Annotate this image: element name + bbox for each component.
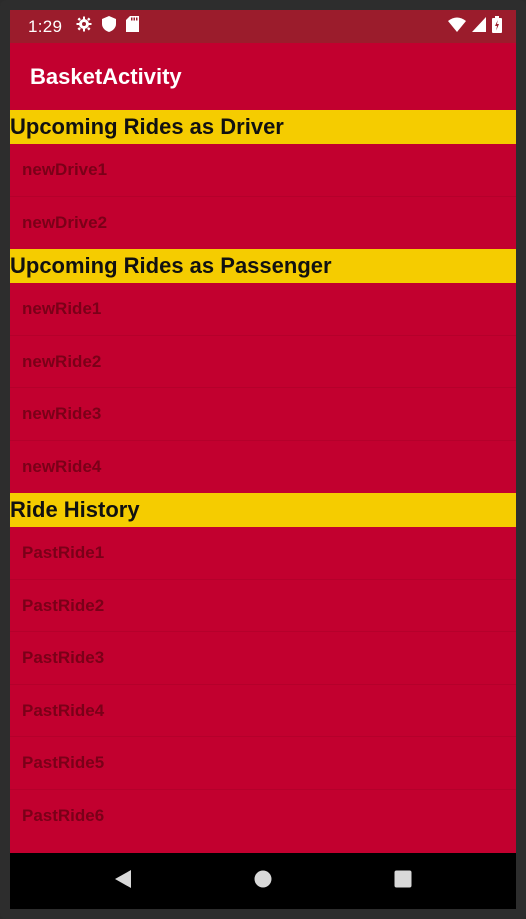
status-icons-right [448,15,502,38]
recents-button[interactable] [333,853,473,909]
screen: 1:29 BasketActivity Upcoming Rides as Dr… [10,10,516,909]
status-time: 1:29 [28,16,63,36]
app-bar: BasketActivity [10,43,516,110]
section-header-passenger: Upcoming Rides as Passenger [10,249,516,283]
section-header-history: Ride History [10,493,516,527]
back-icon [114,869,132,894]
app-title: BasketActivity [30,63,182,89]
wifi-icon [448,17,466,37]
status-bar: 1:29 [10,10,516,43]
home-button[interactable] [193,853,333,909]
recents-icon [394,870,412,893]
section-header-driver: Upcoming Rides as Driver [10,110,516,144]
navigation-bar [10,853,516,909]
list-item[interactable]: newRide4 [10,441,516,494]
list-item[interactable]: newRide1 [10,283,516,336]
list-item[interactable]: newRide3 [10,388,516,441]
list-item[interactable]: newDrive2 [10,197,516,250]
list-item[interactable]: PastRide6 [10,790,516,843]
list-item[interactable]: newRide2 [10,336,516,388]
list-item[interactable]: PastRide2 [10,580,516,632]
list-item[interactable]: PastRide4 [10,685,516,737]
list-item[interactable]: newDrive1 [10,144,516,197]
ride-list: Upcoming Rides as Driver newDrive1 newDr… [10,110,516,842]
device-frame: 1:29 BasketActivity Upcoming Rides as Dr… [0,0,526,919]
sd-card-icon [126,16,140,37]
home-icon [253,869,273,894]
battery-icon [492,15,502,38]
status-icons-left [76,16,140,37]
signal-icon [472,16,486,37]
list-item[interactable]: PastRide3 [10,632,516,685]
list-item[interactable]: PastRide5 [10,737,516,790]
gear-icon [76,16,92,37]
back-button[interactable] [53,853,193,909]
list-item[interactable]: PastRide1 [10,527,516,580]
shield-icon [102,16,117,37]
